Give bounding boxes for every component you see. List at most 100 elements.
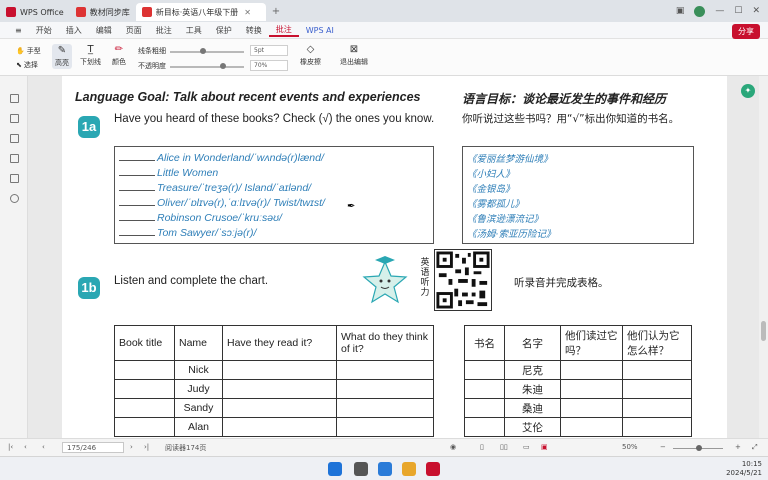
menu-start[interactable]: 开始 [29,25,59,36]
cell-book[interactable] [114,417,175,437]
menu-insert[interactable]: 插入 [59,25,89,36]
tab-wps-office[interactable]: WPS Office [0,3,70,21]
check-blank[interactable] [119,152,155,161]
tab-library[interactable]: 教材同步库 [70,3,136,21]
start-icon[interactable] [328,462,342,476]
outline-icon[interactable] [10,94,19,103]
menu-convert[interactable]: 转换 [239,25,269,36]
menu-icon[interactable]: ≡ [8,26,29,35]
menu-annotate-active[interactable]: 批注 [268,24,299,37]
last-page-icon[interactable]: ›| [144,443,149,451]
close-tab-icon[interactable]: ✕ [244,8,251,17]
underline-button[interactable]: T̲ 下划线 [80,44,101,67]
eye-icon[interactable]: ◉ [450,443,456,451]
menu-page[interactable]: 页面 [119,25,149,36]
play-icon[interactable]: ▣ [541,443,548,451]
cell-book[interactable] [114,398,175,418]
table-row: 桑迪 [464,398,692,418]
cell-think[interactable] [336,360,434,380]
new-tab-icon[interactable]: + [272,6,280,17]
cell-book[interactable] [114,379,175,399]
check-blank[interactable] [119,197,155,206]
page-number-input[interactable]: 175/246 [62,442,124,453]
explorer-icon[interactable] [402,462,416,476]
ai-assistant-icon[interactable]: ✦ [741,84,755,98]
cell-name: Nick [174,360,223,380]
table-row: Nick [114,360,434,380]
first-page-icon[interactable]: |‹ [8,443,13,451]
menu-bar: ≡ 开始 插入 编辑 页面 批注 工具 保护 转换 批注 WPS AI 分享 [0,22,768,39]
fullscreen-icon[interactable]: ⤢ [752,443,758,452]
book-item: Tom Sawyer/ˈsɔːjə(r)/ [119,227,256,239]
close-icon[interactable]: ✕ [752,6,760,16]
underline-icon: T̲ [87,44,94,55]
eraser-button[interactable]: ◇ 橡皮擦 [300,44,321,67]
tab-document[interactable]: 新目标·英语八年级下册 ✕ [135,3,266,21]
zoom-knob[interactable] [696,445,702,451]
cell-book[interactable] [114,360,175,380]
menu-protect[interactable]: 保护 [209,25,239,36]
zoom-value[interactable]: 50% [622,443,638,451]
cell-read[interactable] [222,398,337,418]
opacity-slider[interactable] [170,63,244,69]
prev-icon[interactable]: ‹ [42,443,45,451]
task-view-icon[interactable] [354,462,368,476]
zoom-out-icon[interactable]: − [660,443,666,451]
share-button[interactable]: 分享 [732,24,760,39]
cell-think[interactable] [336,379,434,399]
tag-icon[interactable] [10,154,19,163]
qr-code-icon[interactable] [434,249,492,311]
select-tool-button[interactable]: ⬉ 选择 [16,60,38,70]
window-icon[interactable]: ▣ [676,6,685,16]
maximize-icon[interactable]: ☐ [734,6,742,16]
prev-page-icon[interactable]: ‹ [24,443,27,451]
color-button[interactable]: ✏ 颜色 [112,44,126,67]
highlight-button[interactable]: ✎ 高亮 [52,44,72,69]
cell-read[interactable] [222,360,337,380]
check-blank[interactable] [119,167,155,176]
status-bar: |‹ ‹ ‹ 175/246 › ›| 阅读器174页 ◉ ▯ ▯▯ ▭ ▣ 5… [0,438,768,456]
cell-read[interactable] [222,379,337,399]
system-clock[interactable]: 10:15 2024/5/21 [726,460,762,478]
wps-taskbar-icon[interactable] [426,462,440,476]
hand-tool-button[interactable]: ✋ 手型 [16,46,41,56]
bookmark-icon[interactable] [10,134,19,143]
cell-name: Alan [174,417,223,437]
weight-select[interactable]: 5pt [250,45,288,56]
menu-wps-ai[interactable]: WPS AI [299,26,341,35]
instruction-1b-cn: 听录音并完成表格。 [514,277,609,289]
check-blank[interactable] [119,227,155,236]
cell-read[interactable] [222,417,337,437]
opacity-select[interactable]: 70% [250,60,288,71]
edge-icon[interactable] [378,462,392,476]
pen-color-icon: ✏ [114,44,124,55]
minimize-icon[interactable]: — [715,6,724,16]
pen-weight-slider[interactable] [170,48,244,54]
document-view[interactable]: Language Goal: Talk about recent events … [28,76,759,438]
double-page-icon[interactable]: ▯▯ [500,443,508,451]
cell-think[interactable] [336,398,434,418]
single-page-icon[interactable]: ▯ [480,443,484,451]
pen-icon[interactable] [10,174,19,183]
menu-edit[interactable]: 编辑 [89,25,119,36]
exit-edit-button[interactable]: ⊠ 退出编辑 [340,44,368,67]
scroll-mode-icon[interactable]: ▭ [523,443,530,451]
avatar[interactable] [694,5,706,17]
cell-think[interactable] [336,417,434,437]
scroll-thumb[interactable] [761,321,766,341]
table-row: Alan [114,417,434,437]
header-think-cn: 他们认为它怎么样？ [622,325,692,361]
table-row: 艾伦 [464,417,692,437]
vertical-scrollbar[interactable] [759,76,768,438]
book-item: Robinson Crusoe/ˈkruːsəʊ/ [119,212,282,224]
menu-tools[interactable]: 工具 [179,25,209,36]
table-header-row: 书名 名字 他们读过它吗？ 他们认为它怎么样？ [464,325,692,361]
check-blank[interactable] [119,212,155,221]
settings-icon[interactable] [10,194,19,203]
check-blank[interactable] [119,182,155,191]
menu-annotate[interactable]: 批注 [149,25,179,36]
zoom-slider[interactable] [673,445,723,451]
thumbnail-icon[interactable] [10,114,19,123]
next-page-icon[interactable]: › [130,443,133,451]
zoom-in-icon[interactable]: + [735,443,741,451]
